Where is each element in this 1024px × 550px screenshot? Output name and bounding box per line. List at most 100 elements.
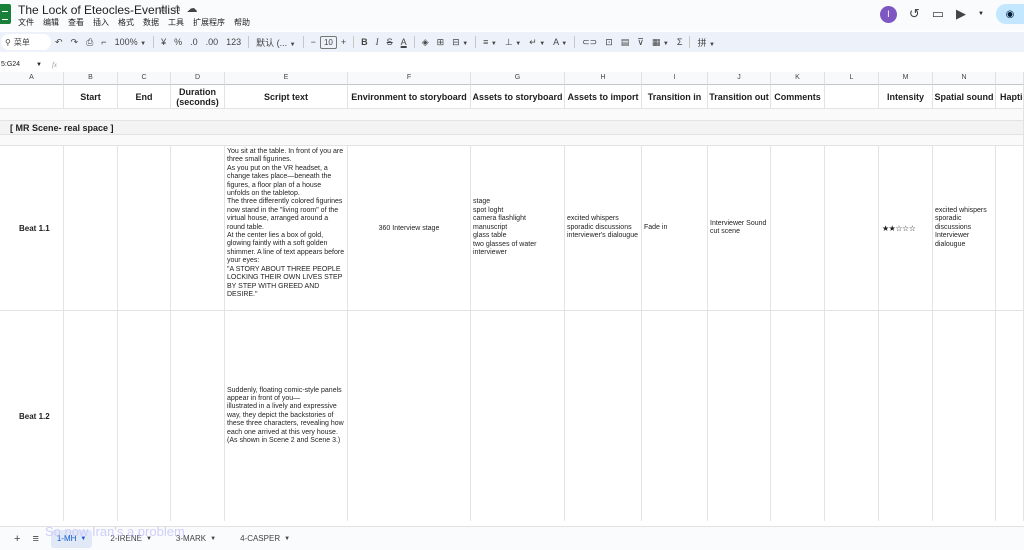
- menu-edit[interactable]: 编辑: [43, 17, 59, 28]
- beat-label[interactable]: Beat 1.2: [0, 311, 64, 521]
- spatial-sound-cell[interactable]: excited whispers sporadic discussions In…: [933, 146, 996, 311]
- column-header-i[interactable]: I: [642, 72, 708, 85]
- column-header-b[interactable]: B: [64, 72, 118, 85]
- column-header-e[interactable]: E: [225, 72, 348, 85]
- header-cell-script[interactable]: Script text: [225, 85, 348, 109]
- decrease-decimal-button[interactable]: .0: [186, 37, 202, 47]
- transition-in-cell[interactable]: [642, 311, 708, 521]
- print-icon[interactable]: ⎙: [82, 37, 97, 48]
- beat-label[interactable]: Beat 1.1: [0, 146, 64, 311]
- script-cell[interactable]: Suddenly, floating comic-style panels ap…: [225, 311, 348, 521]
- spreadsheet-grid[interactable]: A B C D E F G H I J K L M N Start End Du…: [0, 72, 1024, 521]
- table-row[interactable]: [0, 135, 1024, 146]
- redo-icon[interactable]: ↷: [67, 37, 83, 48]
- avatar[interactable]: I: [879, 5, 897, 23]
- chart-icon[interactable]: ▤: [617, 37, 634, 48]
- assets-import-cell[interactable]: excited whispers sporadic discussions in…: [565, 146, 642, 311]
- search-menus[interactable]: ⚲ 菜单: [1, 34, 51, 50]
- comments-icon[interactable]: ▭: [932, 6, 944, 22]
- start-cell[interactable]: [64, 146, 118, 311]
- zoom-select[interactable]: 100% ▼: [111, 37, 151, 47]
- transition-out-cell[interactable]: [708, 311, 771, 521]
- column-header-f[interactable]: F: [348, 72, 471, 85]
- share-button[interactable]: ◉: [996, 4, 1024, 24]
- environment-cell[interactable]: 360 Interview stage: [348, 146, 471, 311]
- borders-icon[interactable]: ⊞: [433, 37, 449, 48]
- column-header-h[interactable]: H: [565, 72, 642, 85]
- table-row[interactable]: [0, 109, 1024, 121]
- column-header-l[interactable]: L: [825, 72, 879, 85]
- paint-format-icon[interactable]: ⌐: [97, 37, 110, 47]
- header-cell-assets-storyboard[interactable]: Assets to storyboard: [471, 85, 565, 109]
- column-header-j[interactable]: J: [708, 72, 771, 85]
- column-header-c[interactable]: C: [118, 72, 171, 85]
- link-icon[interactable]: ⊂⊃: [578, 37, 601, 48]
- history-icon[interactable]: ↺: [909, 6, 920, 22]
- l-cell[interactable]: [825, 311, 879, 521]
- font-size-decrease-icon[interactable]: −: [307, 37, 320, 47]
- header-cell-start[interactable]: Start: [64, 85, 118, 109]
- start-cell[interactable]: [64, 311, 118, 521]
- column-header-n[interactable]: N: [933, 72, 996, 85]
- undo-icon[interactable]: ↶: [51, 37, 67, 48]
- percent-format-button[interactable]: %: [170, 37, 186, 47]
- header-cell-spatial-sound[interactable]: Spatial sound: [933, 85, 996, 109]
- header-cell-assets-import[interactable]: Assets to import: [565, 85, 642, 109]
- vertical-align-icon[interactable]: ⊥ ▼: [501, 37, 525, 48]
- bold-button[interactable]: B: [357, 37, 372, 47]
- document-title[interactable]: The Lock of Eteocles-Eventlist: [18, 3, 179, 17]
- chevron-down-icon[interactable]: ▼: [978, 11, 984, 17]
- add-sheet-icon[interactable]: +: [14, 533, 20, 545]
- number-format-button[interactable]: 123: [222, 37, 245, 47]
- video-call-icon[interactable]: ▶: [956, 6, 966, 22]
- menu-file[interactable]: 文件: [18, 17, 34, 28]
- header-cell-comments[interactable]: Comments: [771, 85, 825, 109]
- script-cell[interactable]: You sit at the table. In front of you ar…: [225, 146, 348, 311]
- intensity-stars[interactable]: ★★☆☆☆: [879, 146, 933, 311]
- header-cell-transition-out[interactable]: Transition out: [708, 85, 771, 109]
- font-select[interactable]: 默认 (... ▼: [252, 36, 299, 49]
- l-cell[interactable]: [825, 146, 879, 311]
- filter-icon[interactable]: ⊽: [633, 37, 648, 48]
- column-header-g[interactable]: G: [471, 72, 565, 85]
- sheet-tab-4[interactable]: 4-CASPER ▼: [234, 530, 296, 548]
- menu-view[interactable]: 查看: [68, 17, 84, 28]
- horizontal-align-icon[interactable]: ≡ ▼: [479, 37, 501, 47]
- italic-button[interactable]: I: [372, 37, 383, 47]
- spatial-sound-cell[interactable]: [933, 311, 996, 521]
- environment-cell[interactable]: [348, 311, 471, 521]
- text-wrap-icon[interactable]: ↵ ▼: [525, 37, 549, 48]
- column-header-a[interactable]: A: [0, 72, 64, 85]
- comments-cell[interactable]: [771, 146, 825, 311]
- increase-decimal-button[interactable]: .00: [202, 37, 223, 47]
- all-sheets-icon[interactable]: ≡: [32, 533, 38, 545]
- duration-cell[interactable]: [171, 311, 225, 521]
- header-cell-transition-in[interactable]: Transition in: [642, 85, 708, 109]
- functions-icon[interactable]: Σ: [673, 37, 687, 47]
- comments-cell[interactable]: [771, 311, 825, 521]
- currency-format-button[interactable]: ¥: [157, 37, 170, 47]
- star-icon[interactable]: ☆: [158, 2, 168, 15]
- transition-in-cell[interactable]: Fade in: [642, 146, 708, 311]
- input-tools-icon[interactable]: 拼 ▼: [693, 36, 718, 49]
- move-folder-icon[interactable]: ⌂: [174, 2, 181, 15]
- column-header-o[interactable]: [996, 72, 1024, 85]
- intensity-cell[interactable]: [879, 311, 933, 521]
- merge-cells-icon[interactable]: ⊟ ▼: [448, 37, 472, 48]
- header-cell-end[interactable]: End: [118, 85, 171, 109]
- header-cell-a[interactable]: [0, 85, 64, 109]
- column-header-m[interactable]: M: [879, 72, 933, 85]
- strikethrough-button[interactable]: S: [383, 37, 397, 47]
- end-cell[interactable]: [118, 311, 171, 521]
- comment-icon[interactable]: ⊡: [601, 37, 617, 48]
- font-size-input[interactable]: 10: [319, 35, 337, 49]
- header-cell-intensity[interactable]: Intensity: [879, 85, 933, 109]
- menu-tools[interactable]: 工具: [168, 17, 184, 28]
- duration-cell[interactable]: [171, 146, 225, 311]
- menu-data[interactable]: 数据: [143, 17, 159, 28]
- font-size-increase-icon[interactable]: +: [337, 37, 350, 47]
- header-cell-duration[interactable]: Duration (seconds): [171, 85, 225, 109]
- transition-out-cell[interactable]: Interviewer Sound cut scene: [708, 146, 771, 311]
- assets-storyboard-cell[interactable]: stage spot loght camera flashlight manus…: [471, 146, 565, 311]
- name-box[interactable]: 5:G24: [0, 61, 36, 68]
